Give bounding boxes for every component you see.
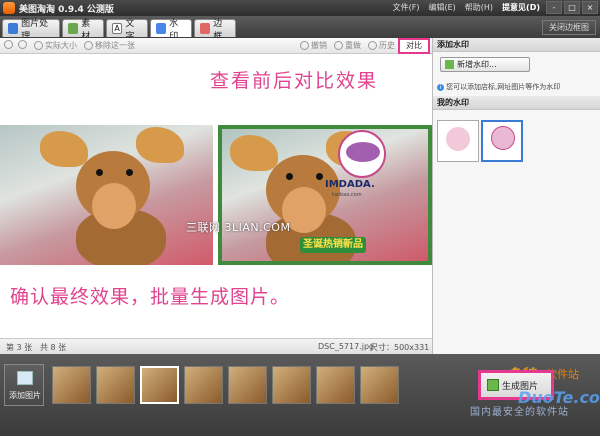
image-thumb[interactable]: [96, 366, 135, 404]
annotation-confirm: 确认最终效果，批量生成图片。: [10, 286, 291, 308]
image-index: 第 3 张: [6, 343, 33, 352]
remove-one-label: 移除这一张: [95, 41, 135, 50]
tab-watermark[interactable]: 水印: [150, 19, 192, 42]
app-title: 美图淘淘 0.9.4 公测版: [19, 5, 114, 15]
file-name: DSC_5717.jpg: [318, 342, 375, 351]
text-icon: A: [112, 23, 123, 34]
compare-button[interactable]: 对比: [398, 38, 430, 54]
history-label: 历史: [379, 41, 395, 50]
watermark-tip: i 您可以添加店标,网址图片等作为水印: [437, 82, 597, 92]
image-thumb[interactable]: [228, 366, 267, 404]
moose-toy-image: [40, 125, 210, 265]
minimize-button[interactable]: -: [546, 1, 562, 14]
redo-icon: [334, 41, 343, 50]
promo-badge: 圣诞热销新品: [300, 237, 366, 253]
app-logo-icon: [3, 2, 15, 14]
image-total: 共 8 张: [40, 343, 67, 352]
add-image-icon: [17, 371, 33, 385]
filmstrip: 添加图片 多特 软件站 生成图片 DuoTe.com 国内最安全的软件站: [0, 354, 600, 436]
image-thumb[interactable]: [316, 366, 355, 404]
eye-right: [126, 169, 133, 176]
menu-feedback[interactable]: 提意见(D): [502, 2, 540, 13]
image-processing-icon: [8, 23, 19, 34]
redo-button[interactable]: 重做: [334, 40, 361, 51]
menu-help[interactable]: 帮助(H): [465, 2, 493, 13]
antler-left: [40, 131, 88, 167]
original-photo: [0, 125, 213, 265]
menu-bar: 文件(F) 编辑(E) 帮助(H) 提意见(D): [393, 2, 540, 13]
close-panel-button[interactable]: 关闭边框图: [542, 20, 596, 35]
window-controls: - □ ×: [546, 1, 598, 14]
close-button[interactable]: ×: [582, 1, 598, 14]
menu-file[interactable]: 文件(F): [393, 2, 420, 13]
image-thumb[interactable]: [52, 366, 91, 404]
image-thumb-selected[interactable]: [140, 366, 179, 404]
image-thumb[interactable]: [360, 366, 399, 404]
maximize-button[interactable]: □: [564, 1, 580, 14]
generate-icon: [487, 379, 499, 391]
watermark-panel: 添加水印 新增水印... i 您可以添加店标,网址图片等作为水印 我的水印: [432, 38, 600, 354]
moose-snout: [92, 183, 136, 229]
annotation-compare: 查看前后对比效果: [210, 70, 379, 92]
zoom-out-icon: [18, 40, 27, 49]
eye-right: [316, 173, 323, 180]
antler-left: [230, 135, 278, 171]
image-thumb[interactable]: [184, 366, 223, 404]
zoom-in-button[interactable]: [4, 40, 13, 49]
zoom-out-button[interactable]: [18, 40, 27, 49]
add-image-label: 添加图片: [9, 391, 41, 400]
tab-border[interactable]: 边框: [194, 19, 236, 42]
tab-text[interactable]: A 文字: [106, 19, 148, 42]
tip-text: 您可以添加店标,网址图片等作为水印: [446, 83, 561, 91]
redo-label: 重做: [345, 41, 361, 50]
watermark-icon: [156, 23, 167, 34]
actual-size-icon: [34, 41, 43, 50]
zoom-in-icon: [4, 40, 13, 49]
image-size: 尺寸：500x331: [370, 343, 430, 352]
canvas-toolbar: 实际大小 移除这一张 撤销 重做 历史 对比: [0, 38, 432, 54]
remove-one-button[interactable]: 移除这一张: [84, 40, 135, 51]
history-button[interactable]: 历史: [368, 40, 395, 51]
menu-edit[interactable]: 编辑(E): [428, 2, 455, 13]
actual-size-label: 实际大小: [45, 41, 77, 50]
watermark-brand: IMDADA.: [325, 179, 375, 190]
watermark-brand-sub: taobao.com: [332, 192, 362, 198]
eye-left: [286, 173, 293, 180]
new-watermark-label: 新增水印...: [457, 60, 497, 69]
watermark-thumb[interactable]: [437, 120, 479, 162]
border-icon: [200, 23, 211, 34]
image-thumb[interactable]: [272, 366, 311, 404]
undo-label: 撤销: [311, 41, 327, 50]
tab-image-processing[interactable]: 图片处理: [2, 19, 60, 42]
tab-material[interactable]: 素材: [62, 19, 104, 42]
add-watermark-heading: 添加水印: [433, 38, 600, 52]
tab-bar: 图片处理 素材 A 文字 水印 边框 关闭边框图: [0, 16, 600, 42]
antler-right: [136, 127, 184, 163]
duote-footer: 国内最安全的软件站: [470, 407, 569, 418]
status-bar: 第 3 张 共 8 张 DSC_5717.jpg 尺寸：500x331: [0, 338, 432, 354]
title-bar: 美图淘淘 0.9.4 公测版 文件(F) 编辑(E) 帮助(H) 提意见(D) …: [0, 0, 600, 16]
my-watermark-heading: 我的水印: [433, 96, 600, 110]
info-icon: i: [437, 83, 444, 91]
remove-icon: [84, 41, 93, 50]
new-watermark-icon: [445, 60, 454, 69]
actual-size-button[interactable]: 实际大小: [34, 40, 77, 51]
material-icon: [68, 23, 79, 34]
eye-left: [96, 169, 103, 176]
watermark-logo: [338, 130, 386, 178]
watermark-thumb-selected[interactable]: [481, 120, 523, 162]
undo-button[interactable]: 撤销: [300, 40, 327, 51]
new-watermark-button[interactable]: 新增水印...: [440, 57, 530, 72]
undo-icon: [300, 41, 309, 50]
canvas-area: 查看前后对比效果 IMDADA. taobao.com 圣诞热销新品 三联网 3…: [0, 54, 432, 338]
site-watermark: 三联网 3LIAN.COM: [186, 221, 291, 234]
history-icon: [368, 41, 377, 50]
